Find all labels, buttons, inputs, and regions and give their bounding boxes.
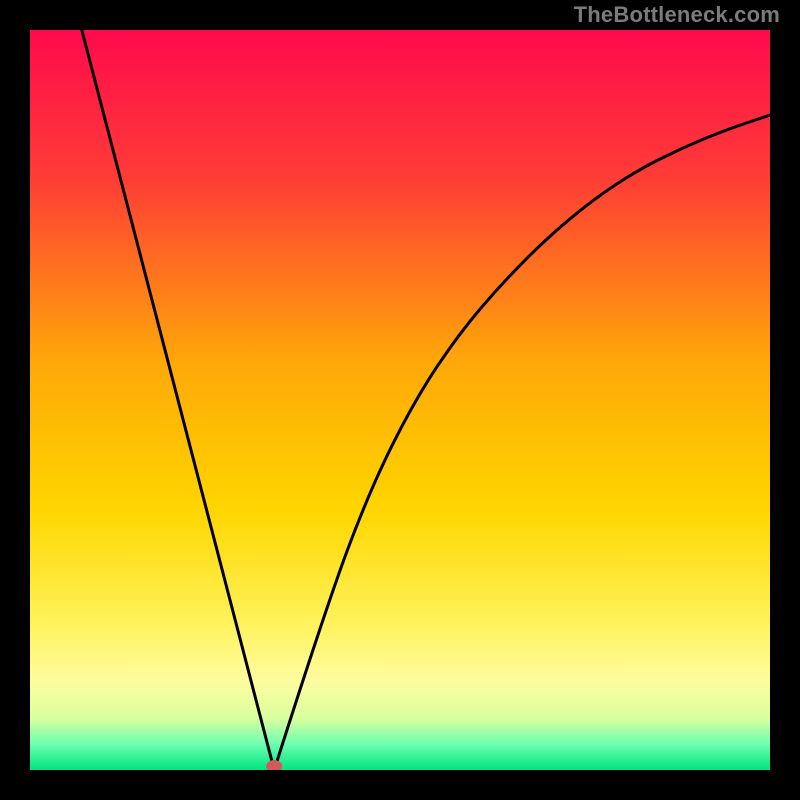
- watermark-text: TheBottleneck.com: [574, 2, 780, 28]
- chart-background: [30, 30, 770, 770]
- bottleneck-chart: [30, 30, 770, 770]
- outer-frame: TheBottleneck.com: [0, 0, 800, 800]
